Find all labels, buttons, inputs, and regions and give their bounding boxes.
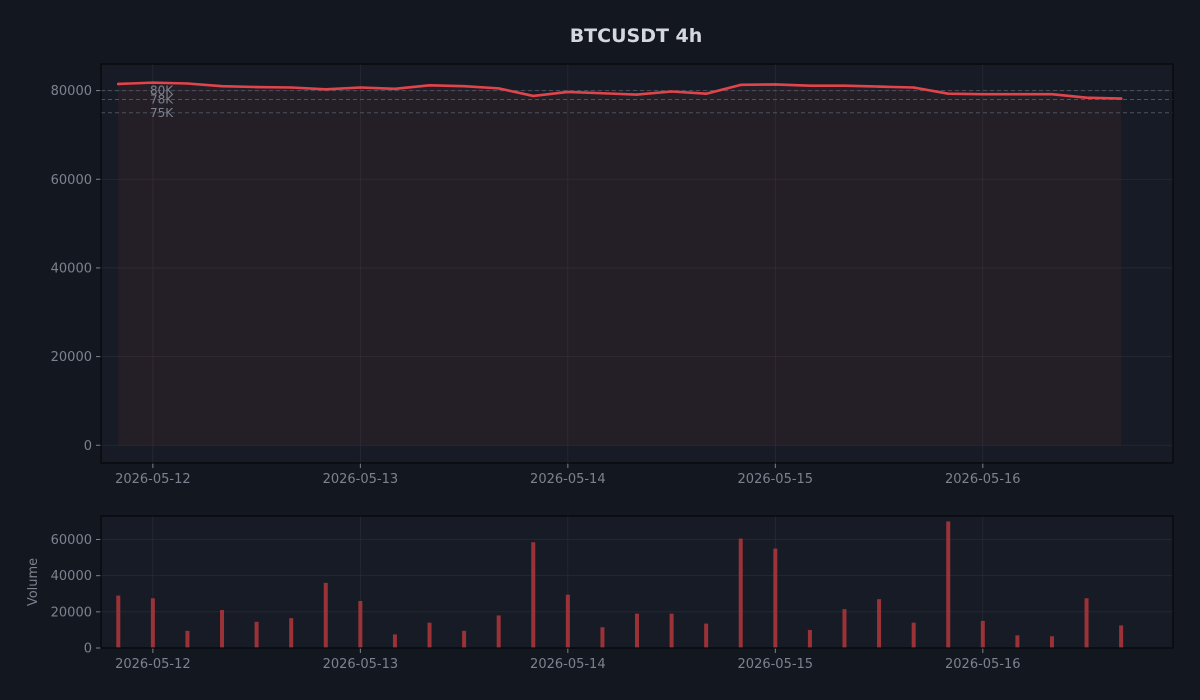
price-point — [151, 81, 155, 84]
y-tick-label: 40000 — [51, 261, 92, 276]
price-point — [739, 83, 743, 87]
volume-axis-title: Volume — [26, 558, 41, 606]
volume-bar — [600, 627, 605, 648]
volume-bar — [911, 622, 916, 648]
price-point — [946, 92, 950, 95]
price-point — [497, 87, 500, 90]
volume-bar — [946, 521, 951, 648]
price-point — [808, 84, 812, 88]
y-tick-label: 0 — [84, 439, 92, 454]
price-point — [635, 93, 639, 96]
price-point — [877, 85, 881, 88]
price-point — [843, 84, 846, 88]
price-point — [428, 83, 431, 87]
x-tick-label: 2026-05-15 — [738, 657, 814, 672]
price-point — [774, 83, 777, 86]
x-tick-label: 2026-05-12 — [115, 657, 191, 672]
y-tick-label: 20000 — [51, 350, 92, 365]
volume-bar — [289, 618, 294, 648]
volume-bar — [150, 598, 155, 648]
price-point — [186, 82, 189, 85]
volume-bar — [1084, 598, 1089, 648]
price-point — [116, 82, 120, 86]
volume-bar — [738, 538, 743, 648]
price-point — [670, 90, 673, 93]
volume-bar — [254, 621, 259, 648]
volume-bar — [842, 609, 847, 648]
x-tick-label: 2026-05-12 — [115, 472, 191, 487]
price-area-fill — [118, 82, 1122, 446]
volume-bar — [462, 630, 467, 648]
volume-bar — [669, 613, 674, 648]
volume-bar — [565, 594, 570, 648]
x-tick-label: 2026-05-16 — [945, 472, 1021, 487]
x-tick-label: 2026-05-14 — [530, 657, 606, 672]
price-point — [1016, 92, 1019, 96]
volume-bar — [116, 595, 121, 648]
x-tick-label: 2026-05-16 — [945, 657, 1021, 672]
x-tick-label: 2026-05-14 — [530, 472, 606, 487]
volume-bar — [358, 600, 363, 648]
price-point — [1050, 92, 1054, 96]
x-tick-label: 2026-05-13 — [323, 657, 399, 672]
price-panel: 2026-05-12 2026-05-13 2026-05-14 2026-05-15… — [51, 63, 1174, 487]
price-point — [289, 86, 293, 89]
reference-line-label: 75K — [150, 106, 174, 120]
volume-bar — [1119, 625, 1124, 648]
chart-title: BTCUSDT 4h — [570, 25, 703, 47]
price-point — [462, 84, 466, 88]
volume-bar — [980, 620, 985, 648]
y-tick-label: 60000 — [51, 173, 92, 188]
price-point — [393, 87, 397, 91]
y-tick-label: 20000 — [51, 605, 92, 620]
price-point — [601, 91, 604, 95]
volume-bar — [877, 599, 882, 648]
price-point — [912, 86, 915, 89]
volume-bar — [185, 630, 190, 648]
price-point — [704, 92, 708, 95]
volume-bar — [635, 613, 639, 648]
x-tick-label: 2026-05-13 — [323, 472, 399, 487]
volume-bar — [323, 582, 328, 648]
price-point — [255, 85, 258, 89]
y-tick-label: 80000 — [51, 84, 92, 99]
y-tick-label: 40000 — [51, 569, 92, 584]
volume-bar — [496, 615, 501, 648]
price-point — [531, 94, 535, 98]
volume-panel: 2026-05-12 2026-05-13 2026-05-14 2026-05-15… — [26, 515, 1174, 672]
chart-canvas: BTCUSDT 4h 2026-05-12 2026-05-13 2026-05-1… — [26, 25, 1174, 672]
price-point — [324, 87, 328, 91]
volume-bar — [773, 548, 778, 648]
y-tick-label: 0 — [84, 642, 92, 657]
volume-bar — [531, 542, 536, 648]
x-tick-label: 2026-05-15 — [738, 472, 814, 487]
volume-bar — [427, 622, 432, 648]
volume-bar — [1015, 635, 1020, 648]
price-point — [359, 86, 362, 89]
volume-bar — [220, 610, 225, 648]
volume-bar — [392, 634, 397, 648]
price-point — [1085, 96, 1088, 99]
price-point — [981, 92, 985, 96]
volume-bar — [704, 623, 709, 648]
reference-line-label: 78K — [150, 92, 174, 106]
y-tick-label: 60000 — [51, 533, 92, 548]
volume-bar — [1049, 636, 1054, 648]
volume-bar — [807, 629, 812, 648]
price-point — [566, 90, 570, 94]
price-point — [220, 84, 224, 88]
price-point — [1119, 97, 1123, 100]
